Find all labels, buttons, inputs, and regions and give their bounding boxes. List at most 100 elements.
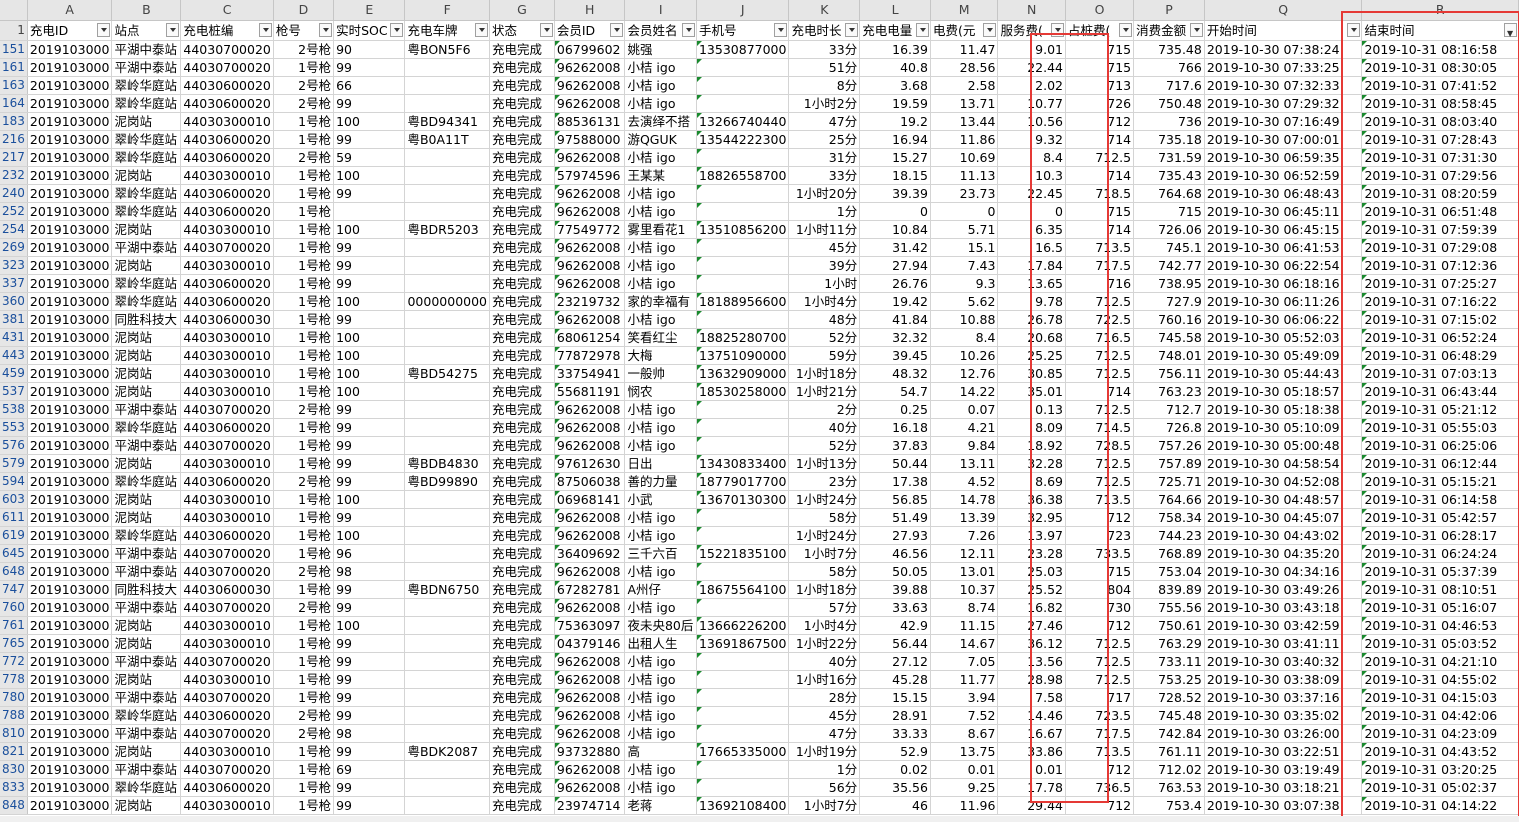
table-cell[interactable]: 10.77 — [997, 94, 1066, 113]
table-cell[interactable]: 小桔 igo — [624, 58, 697, 77]
table-cell[interactable]: 10.69 — [930, 148, 999, 167]
table-cell[interactable]: 小桔 igo — [624, 94, 697, 113]
table-cell[interactable]: 2019-10-30 06:22:54 — [1204, 256, 1363, 275]
table-cell[interactable]: 17.38 — [859, 472, 931, 491]
table-cell[interactable]: 1小时16分 — [788, 670, 861, 689]
table-cell[interactable]: 96262008 — [554, 310, 626, 329]
table-cell[interactable]: 粤BD99890 — [404, 472, 491, 491]
table-cell[interactable]: 87506038 — [554, 472, 626, 491]
table-cell[interactable]: 翠岭华庭站 — [111, 202, 182, 221]
header-cell[interactable]: 电费(元 — [930, 20, 999, 41]
column-header-A[interactable]: A — [27, 0, 113, 21]
table-cell[interactable] — [696, 256, 790, 275]
table-cell[interactable]: 2019-10-31 07:29:56 — [1361, 166, 1519, 185]
header-cell[interactable]: 充电电量 — [859, 20, 931, 41]
table-cell[interactable]: 15.27 — [859, 148, 931, 167]
row-number[interactable]: 459 — [0, 364, 28, 383]
horizontal-scrollbar[interactable] — [0, 816, 1519, 822]
table-cell[interactable]: 56分 — [788, 778, 861, 797]
table-cell[interactable]: 722.5 — [1065, 310, 1135, 329]
table-cell[interactable]: 712.5 — [1065, 364, 1135, 383]
table-cell[interactable]: 7.26 — [930, 526, 999, 545]
table-cell[interactable]: 1号枪 — [273, 490, 335, 509]
table-cell[interactable]: 13.71 — [930, 94, 999, 113]
table-cell[interactable]: 9.3 — [930, 274, 999, 293]
table-cell[interactable]: 0.07 — [930, 400, 999, 419]
row-number[interactable]: 217 — [0, 148, 28, 167]
table-cell[interactable]: 13430833400 — [696, 454, 790, 473]
table-cell[interactable]: 1小时20分 — [788, 184, 861, 203]
table-cell[interactable]: 93732880 — [554, 742, 626, 761]
table-cell[interactable]: 713.5 — [1065, 238, 1135, 257]
table-cell[interactable]: 44030300010 — [180, 454, 274, 473]
table-cell[interactable]: 15.1 — [930, 238, 999, 257]
table-cell[interactable]: 夜未央80后 — [624, 616, 697, 635]
table-cell[interactable]: 平湖中泰站 — [111, 544, 182, 563]
table-cell[interactable]: 2019-10-31 05:02:37 — [1361, 778, 1519, 797]
table-cell[interactable]: 8.74 — [930, 598, 999, 617]
table-cell[interactable]: 753.4 — [1133, 796, 1205, 815]
table-cell[interactable]: 翠岭华庭站 — [111, 418, 182, 437]
column-header-M[interactable]: M — [930, 0, 999, 21]
table-cell[interactable] — [696, 400, 790, 419]
table-cell[interactable]: 18826558700 — [696, 166, 790, 185]
table-cell[interactable]: 712.7 — [1133, 400, 1205, 419]
table-cell[interactable]: 1号枪 — [273, 292, 335, 311]
table-cell[interactable]: 2019-10-30 06:48:43 — [1204, 184, 1363, 203]
table-cell[interactable]: 2019103000 — [27, 310, 113, 329]
table-cell[interactable]: 充电完成 — [489, 652, 555, 671]
table-cell[interactable]: 2019103000 — [27, 490, 113, 509]
table-cell[interactable]: 44030300010 — [180, 346, 274, 365]
table-cell[interactable]: 714 — [1065, 382, 1135, 401]
table-cell[interactable]: 10.37 — [930, 580, 999, 599]
table-cell[interactable]: 充电完成 — [489, 490, 555, 509]
table-cell[interactable]: 18530258000 — [696, 382, 790, 401]
table-cell[interactable]: 2019103000 — [27, 454, 113, 473]
table-cell[interactable]: 充电完成 — [489, 274, 555, 293]
table-cell[interactable]: 0.01 — [997, 760, 1066, 779]
table-cell[interactable]: 712.5 — [1065, 400, 1135, 419]
table-cell[interactable]: 13.75 — [930, 742, 999, 761]
table-cell[interactable]: 0 — [859, 202, 931, 221]
table-cell[interactable]: 99 — [333, 598, 406, 617]
table-cell[interactable]: 37.83 — [859, 436, 931, 455]
table-cell[interactable]: 2019-10-30 07:38:24 — [1204, 40, 1363, 59]
table-cell[interactable]: 9.32 — [997, 130, 1066, 149]
table-cell[interactable]: 715 — [1065, 58, 1135, 77]
column-header-L[interactable]: L — [859, 0, 931, 21]
row-number[interactable]: 760 — [0, 598, 28, 617]
table-cell[interactable]: 44030600020 — [180, 130, 274, 149]
table-cell[interactable]: 736 — [1133, 112, 1205, 131]
table-cell[interactable]: 充电完成 — [489, 202, 555, 221]
table-cell[interactable]: 13.44 — [930, 112, 999, 131]
table-cell[interactable]: 1号枪 — [273, 256, 335, 275]
table-cell[interactable]: 2019-10-31 04:15:03 — [1361, 688, 1519, 707]
table-cell[interactable]: 2019103000 — [27, 778, 113, 797]
table-cell[interactable]: 2019103000 — [27, 400, 113, 419]
table-cell[interactable]: 笑看红尘 — [624, 328, 697, 347]
table-cell[interactable]: 25.25 — [997, 346, 1066, 365]
table-cell[interactable]: 充电完成 — [489, 382, 555, 401]
row-number[interactable]: 269 — [0, 238, 28, 257]
table-cell[interactable]: 727.9 — [1133, 292, 1205, 311]
table-cell[interactable]: 充电完成 — [489, 310, 555, 329]
table-cell[interactable]: 翠岭华庭站 — [111, 94, 182, 113]
table-cell[interactable]: 2号枪 — [273, 598, 335, 617]
table-cell[interactable]: 1小时24分 — [788, 490, 861, 509]
table-cell[interactable]: 731.59 — [1133, 148, 1205, 167]
table-cell[interactable]: 2019-10-30 04:34:16 — [1204, 562, 1363, 581]
table-cell[interactable]: 14.22 — [930, 382, 999, 401]
table-cell[interactable]: 1号枪 — [273, 670, 335, 689]
table-cell[interactable]: 2019-10-31 08:30:05 — [1361, 58, 1519, 77]
table-cell[interactable]: 2019103000 — [27, 112, 113, 131]
table-cell[interactable]: 2019-10-31 08:20:59 — [1361, 184, 1519, 203]
table-cell[interactable]: 723 — [1065, 526, 1135, 545]
table-cell[interactable]: 27.46 — [997, 616, 1066, 635]
table-cell[interactable] — [696, 670, 790, 689]
table-cell[interactable]: 粤B0A11T — [404, 130, 491, 149]
table-cell[interactable] — [696, 184, 790, 203]
table-cell[interactable] — [404, 670, 491, 689]
table-cell[interactable]: 15221835100 — [696, 544, 790, 563]
table-cell[interactable]: 平湖中泰站 — [111, 652, 182, 671]
table-cell[interactable]: 766 — [1133, 58, 1205, 77]
